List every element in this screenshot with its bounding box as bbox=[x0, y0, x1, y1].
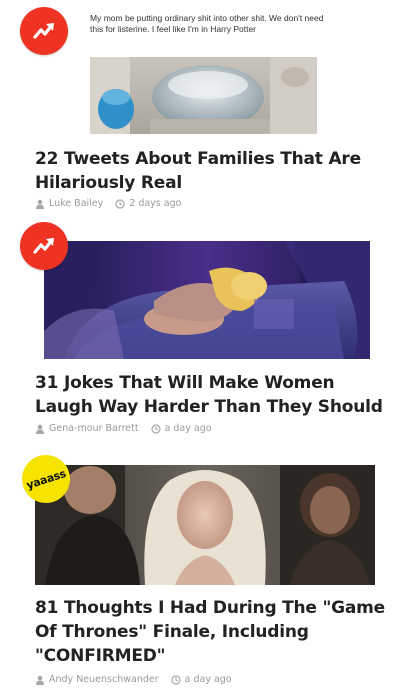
tweet-text: My mom be putting ordinary shit into oth… bbox=[90, 13, 324, 34]
trending-badge-icon bbox=[20, 222, 68, 270]
article-meta: Gena-mour Barrett a day ago bbox=[35, 423, 212, 434]
trending-badge-icon bbox=[20, 7, 68, 55]
badge-label: yaaass bbox=[24, 466, 68, 492]
article-title[interactable]: 31 Jokes That Will Make Women Laugh Way … bbox=[35, 371, 385, 419]
article-time: a day ago bbox=[164, 423, 212, 434]
article-thumbnail[interactable] bbox=[44, 241, 370, 359]
article-author[interactable]: Luke Bailey bbox=[49, 198, 103, 209]
article-card[interactable]: yaaass 81 Thoughts I Had During The "Gam… bbox=[0, 445, 408, 694]
user-icon bbox=[36, 675, 44, 685]
article-thumbnail[interactable] bbox=[35, 465, 375, 585]
article-thumbnail[interactable] bbox=[90, 57, 317, 134]
clock-icon bbox=[150, 423, 161, 434]
article-time: 2 days ago bbox=[129, 198, 182, 209]
article-title[interactable]: 81 Thoughts I Had During The "Game Of Th… bbox=[35, 596, 385, 668]
article-author[interactable]: Andy Neuenschwander bbox=[49, 674, 159, 685]
article-card[interactable]: My mom be putting ordinary shit into oth… bbox=[0, 0, 408, 215]
user-icon bbox=[36, 424, 44, 434]
clock-icon bbox=[171, 674, 181, 685]
user-icon bbox=[36, 199, 44, 209]
article-time: a day ago bbox=[184, 674, 232, 685]
article-card[interactable]: 31 Jokes That Will Make Women Laugh Way … bbox=[0, 215, 408, 445]
article-title[interactable]: 22 Tweets About Families That Are Hilari… bbox=[35, 147, 385, 195]
article-meta: Luke Bailey 2 days ago bbox=[35, 198, 181, 209]
clock-icon bbox=[115, 198, 125, 209]
article-meta: Andy Neuenschwander a day ago bbox=[35, 674, 232, 685]
article-author[interactable]: Gena-mour Barrett bbox=[49, 423, 139, 434]
